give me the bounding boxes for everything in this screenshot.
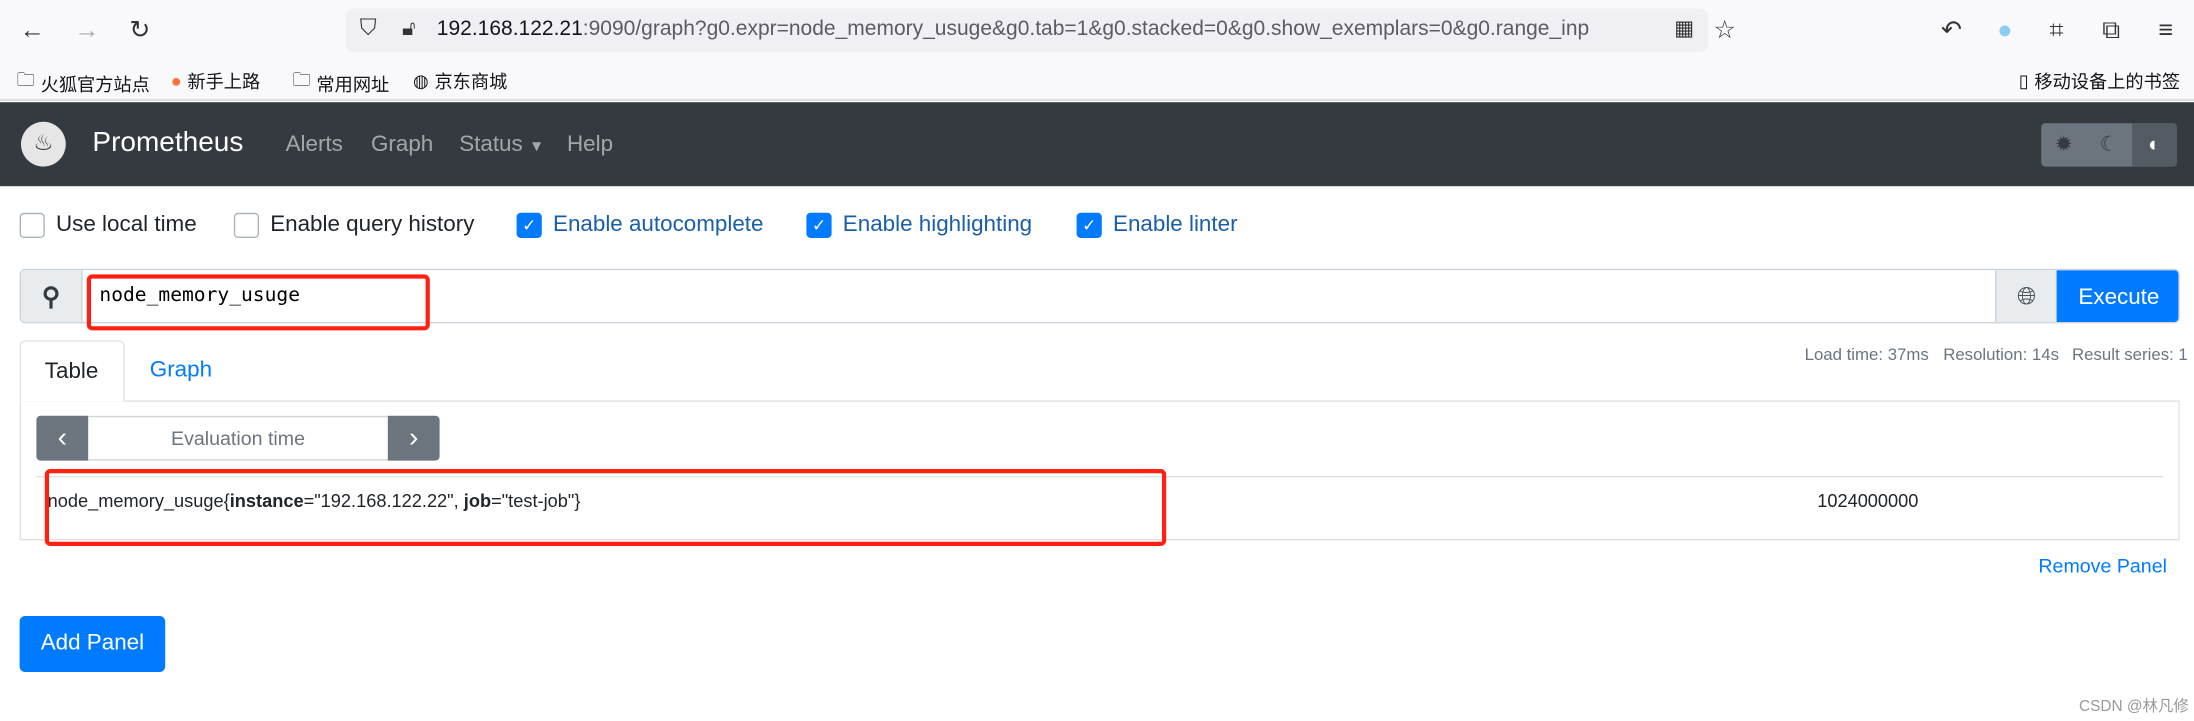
insecure-lock-icon[interactable]: 🔓︎ xyxy=(393,15,424,43)
checkbox[interactable] xyxy=(233,212,259,238)
forward-icon[interactable]: → xyxy=(71,15,102,43)
shield-icon[interactable]: ⛉ xyxy=(353,15,384,43)
watermark: CSDN @林凡修 xyxy=(2079,698,2189,716)
extension-circle-icon[interactable]: ● xyxy=(1989,15,2020,43)
option-2[interactable]: ✓ Enable autocomplete xyxy=(516,212,764,238)
checkbox[interactable]: ✓ xyxy=(806,212,832,238)
highlight-box-query xyxy=(86,274,430,331)
nav-graph[interactable]: Graph xyxy=(371,133,433,158)
bookmark-label: 京东商城 xyxy=(434,71,508,93)
bookmark-3[interactable]: ◍ 京东商城 xyxy=(413,67,507,94)
execute-button[interactable]: Execute xyxy=(2056,270,2179,322)
nav-help[interactable]: Help xyxy=(567,133,613,158)
bookmark-1[interactable]: ● 新手上路 xyxy=(171,67,260,94)
prometheus-logo-icon[interactable]: ♨ xyxy=(21,121,66,167)
evaluation-time-input[interactable]: Evaluation time xyxy=(88,415,388,461)
bookmark-label: 火狐官方站点 xyxy=(40,73,150,95)
navbar: ♨ Prometheus Alerts Graph Status ▼ Help … xyxy=(0,102,2194,187)
tab-table[interactable]: Table xyxy=(19,340,125,402)
prev-time-button[interactable]: ‹ xyxy=(36,415,89,461)
brand[interactable]: Prometheus xyxy=(92,127,243,159)
option-label: Enable autocomplete xyxy=(553,212,764,237)
star-icon[interactable]: ☆ xyxy=(1709,15,1740,43)
moon-icon[interactable]: ☾ xyxy=(2086,123,2131,166)
tab-graph[interactable]: Graph xyxy=(126,340,236,402)
caret-down-icon: ▼ xyxy=(528,138,545,156)
folder-icon: 🗀 xyxy=(16,68,36,90)
option-label: Enable linter xyxy=(1113,212,1238,237)
reload-icon[interactable]: ↻ xyxy=(125,15,156,43)
load-time: Load time: 37ms xyxy=(1804,344,1929,364)
bookmark-label: 移动设备上的书签 xyxy=(2034,71,2181,93)
option-4[interactable]: ✓ Enable linter xyxy=(1076,212,1238,238)
nav-status[interactable]: Status ▼ xyxy=(459,133,544,158)
nav-alerts[interactable]: Alerts xyxy=(286,133,343,158)
nav-status-label: Status xyxy=(459,133,523,157)
option-1[interactable]: Enable query history xyxy=(233,212,475,238)
contrast-icon[interactable]: ◐ xyxy=(2131,123,2177,167)
undo-icon[interactable]: ↶ xyxy=(1936,15,1967,43)
menu-icon[interactable]: ≡ xyxy=(2150,15,2181,43)
option-label: Enable highlighting xyxy=(842,212,1033,237)
url-host: 192.168.122.21 xyxy=(436,16,583,41)
search-icon: ⚲ xyxy=(21,270,83,322)
option-label: Enable query history xyxy=(270,212,475,237)
qr-code-icon[interactable]: ▦ xyxy=(1669,15,1700,43)
next-time-button[interactable]: › xyxy=(387,415,440,461)
option-3[interactable]: ✓ Enable highlighting xyxy=(806,212,1033,238)
option-0[interactable]: Use local time xyxy=(19,212,197,238)
bookmark-label: 常用网址 xyxy=(316,73,390,95)
result-series: Result series: 1 xyxy=(2072,344,2188,364)
bookmark-2[interactable]: 🗀 常用网址 xyxy=(293,67,390,98)
highlight-box-result xyxy=(44,469,1167,546)
folder-icon: 🗀 xyxy=(292,68,311,90)
add-panel-button[interactable]: Add Panel xyxy=(19,616,166,672)
mobile-icon: ▯ xyxy=(2018,69,2029,91)
resolution: Resolution: 14s xyxy=(1943,344,2060,364)
theme-toggle: ✹ ☾ ◐ xyxy=(2041,123,2177,167)
series-value: 1024000000 xyxy=(1817,490,1919,511)
checkbox[interactable] xyxy=(19,212,45,238)
sun-icon[interactable]: ✹ xyxy=(2041,123,2086,166)
checkbox[interactable]: ✓ xyxy=(1076,212,1102,238)
back-icon[interactable]: ← xyxy=(17,15,48,43)
remove-panel-link[interactable]: Remove Panel xyxy=(2038,554,2167,576)
checkbox[interactable]: ✓ xyxy=(516,212,542,238)
globe-icon: ◍ xyxy=(413,69,429,91)
option-label: Use local time xyxy=(56,212,197,237)
crop-icon[interactable]: ⌗ xyxy=(2041,15,2072,43)
browser-toolbar: ← → ↻ ⛉ 🔓︎ 192.168.122.21:9090/graph?g0.… xyxy=(0,0,2194,101)
extensions-icon[interactable]: ⧉ xyxy=(2096,15,2127,43)
bookmark-label: 新手上路 xyxy=(187,71,261,93)
url-text[interactable]: 192.168.122.21:9090/graph?g0.expr=node_m… xyxy=(437,17,1669,41)
metrics-explorer-icon[interactable]: 🌐︎ xyxy=(1995,270,2057,322)
bookmark-0[interactable]: 🗀 火狐官方站点 xyxy=(17,67,150,98)
address-bar[interactable]: ⛉ 🔓︎ 192.168.122.21:9090/graph?g0.expr=n… xyxy=(345,8,1736,52)
firefox-icon: ● xyxy=(170,70,182,91)
mobile-bookmarks[interactable]: ▯ 移动设备上的书签 xyxy=(2019,67,2180,94)
url-path: :9090/graph?g0.expr=node_memory_usuge&g0… xyxy=(582,16,1590,41)
